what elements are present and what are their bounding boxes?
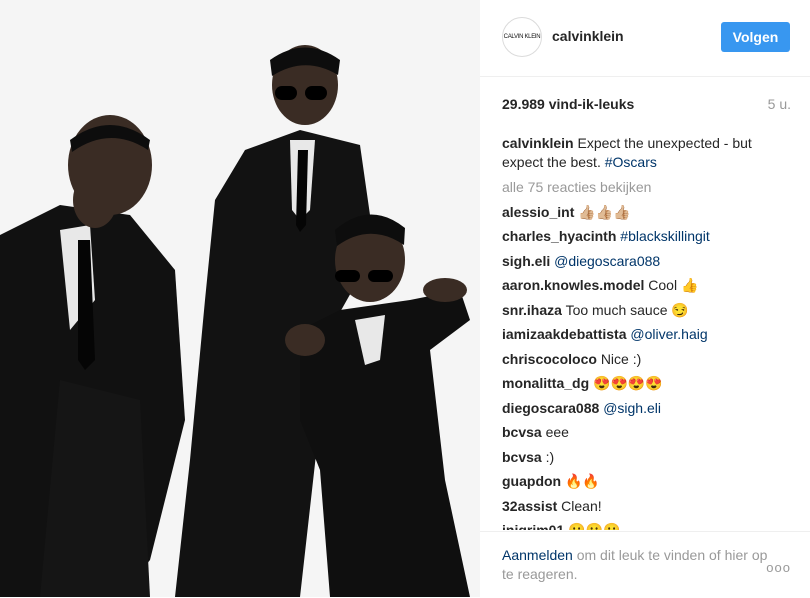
login-link[interactable]: Aanmelden (502, 547, 573, 563)
comment-row: sigh.eli @diegoscara088 (502, 249, 794, 274)
comment-username[interactable]: bcvsa (502, 449, 542, 465)
like-count[interactable]: 29.989 vind-ik-leuks (502, 96, 634, 112)
login-prompt: Aanmelden om dit leuk te vinden of hier … (502, 546, 772, 584)
comment-text: Too much sauce 😏 (565, 301, 689, 318)
comment-text: 😀😀😀 (568, 522, 621, 530)
post-sidebar: CALVIN KLEIN calvinklein Volgen 29.989 v… (480, 0, 810, 597)
comment-row: snr.ihaza Too much sauce 😏 (502, 298, 794, 323)
caption-hashtag[interactable]: #Oscars (605, 154, 657, 170)
caption: calvinklein Expect the unexpected - but … (502, 134, 794, 172)
comment-link[interactable]: @oliver.haig (630, 326, 707, 342)
comment-text: 🔥🔥 (565, 473, 600, 489)
caption-username[interactable]: calvinklein (502, 135, 574, 151)
comment-username[interactable]: 32assist (502, 498, 557, 514)
comment-text: Clean! (561, 497, 602, 514)
avatar-logo: CALVIN KLEIN (503, 34, 541, 40)
comment-link[interactable]: @sigh.eli (603, 400, 661, 416)
comment-username[interactable]: monalitta_dg (502, 375, 589, 391)
comment-username[interactable]: snr.ihaza (502, 302, 562, 318)
comment-username[interactable]: bcvsa (502, 424, 542, 440)
more-options-icon[interactable]: ooo (766, 560, 791, 575)
comment-username[interactable]: charles_hyacinth (502, 228, 616, 244)
comment-link[interactable]: @diegoscara088 (554, 253, 660, 269)
comment-row: iamizaakdebattista @oliver.haig (502, 322, 794, 347)
comment-username[interactable]: jnjgrim01 (502, 522, 564, 530)
comment-row: charles_hyacinth #blackskillingit (502, 224, 794, 249)
comment-text: eee (545, 424, 569, 440)
comment-row: chriscocoloco Nice :) (502, 347, 794, 372)
comment-text: Nice :) (600, 350, 642, 367)
comment-row: aaron.knowles.model Cool 👍 (502, 273, 794, 298)
avatar[interactable]: CALVIN KLEIN (502, 17, 542, 57)
comment-username[interactable]: alessio_int (502, 204, 574, 220)
comment-row: jnjgrim01 😀😀😀 (502, 518, 794, 530)
comment-row: bcvsa eee (502, 420, 794, 445)
comment-username[interactable]: guapdon (502, 473, 561, 489)
comment-row: 32assist Clean! (502, 494, 794, 519)
follow-button[interactable]: Volgen (721, 22, 790, 52)
comment-username[interactable]: iamizaakdebattista (502, 326, 627, 342)
account-username[interactable]: calvinklein (552, 28, 624, 44)
comment-text: 😍😍😍😍 (593, 375, 663, 391)
comment-text: 👍🏼👍🏼👍🏼 (578, 203, 631, 220)
comment-username[interactable]: diegoscara088 (502, 400, 599, 416)
comment-link[interactable]: #blackskillingit (620, 228, 709, 244)
post-age[interactable]: 5 u. (768, 96, 791, 112)
comment-row: alessio_int 👍🏼👍🏼👍🏼 (502, 200, 794, 225)
post-footer: Aanmelden om dit leuk te vinden of hier … (480, 531, 810, 598)
comment-row: bcvsa :) (502, 445, 794, 470)
view-all-comments-link[interactable]: alle 75 reacties bekijken (502, 175, 794, 200)
photo-illustration (0, 0, 480, 597)
comments-list[interactable]: calvinklein Expect the unexpected - but … (502, 134, 794, 530)
comment-username[interactable]: aaron.knowles.model (502, 277, 644, 293)
comment-text: Cool 👍 (648, 277, 699, 293)
comment-username[interactable]: chriscocoloco (502, 351, 597, 367)
post-header: CALVIN KLEIN calvinklein Volgen (480, 0, 810, 77)
comment-row: guapdon 🔥🔥 (502, 469, 794, 494)
comment-text: :) (545, 448, 555, 465)
comment-username[interactable]: sigh.eli (502, 253, 550, 269)
comment-row: diegoscara088 @sigh.eli (502, 396, 794, 421)
post-photo[interactable] (0, 0, 480, 597)
comment-row: monalitta_dg 😍😍😍😍 (502, 371, 794, 396)
